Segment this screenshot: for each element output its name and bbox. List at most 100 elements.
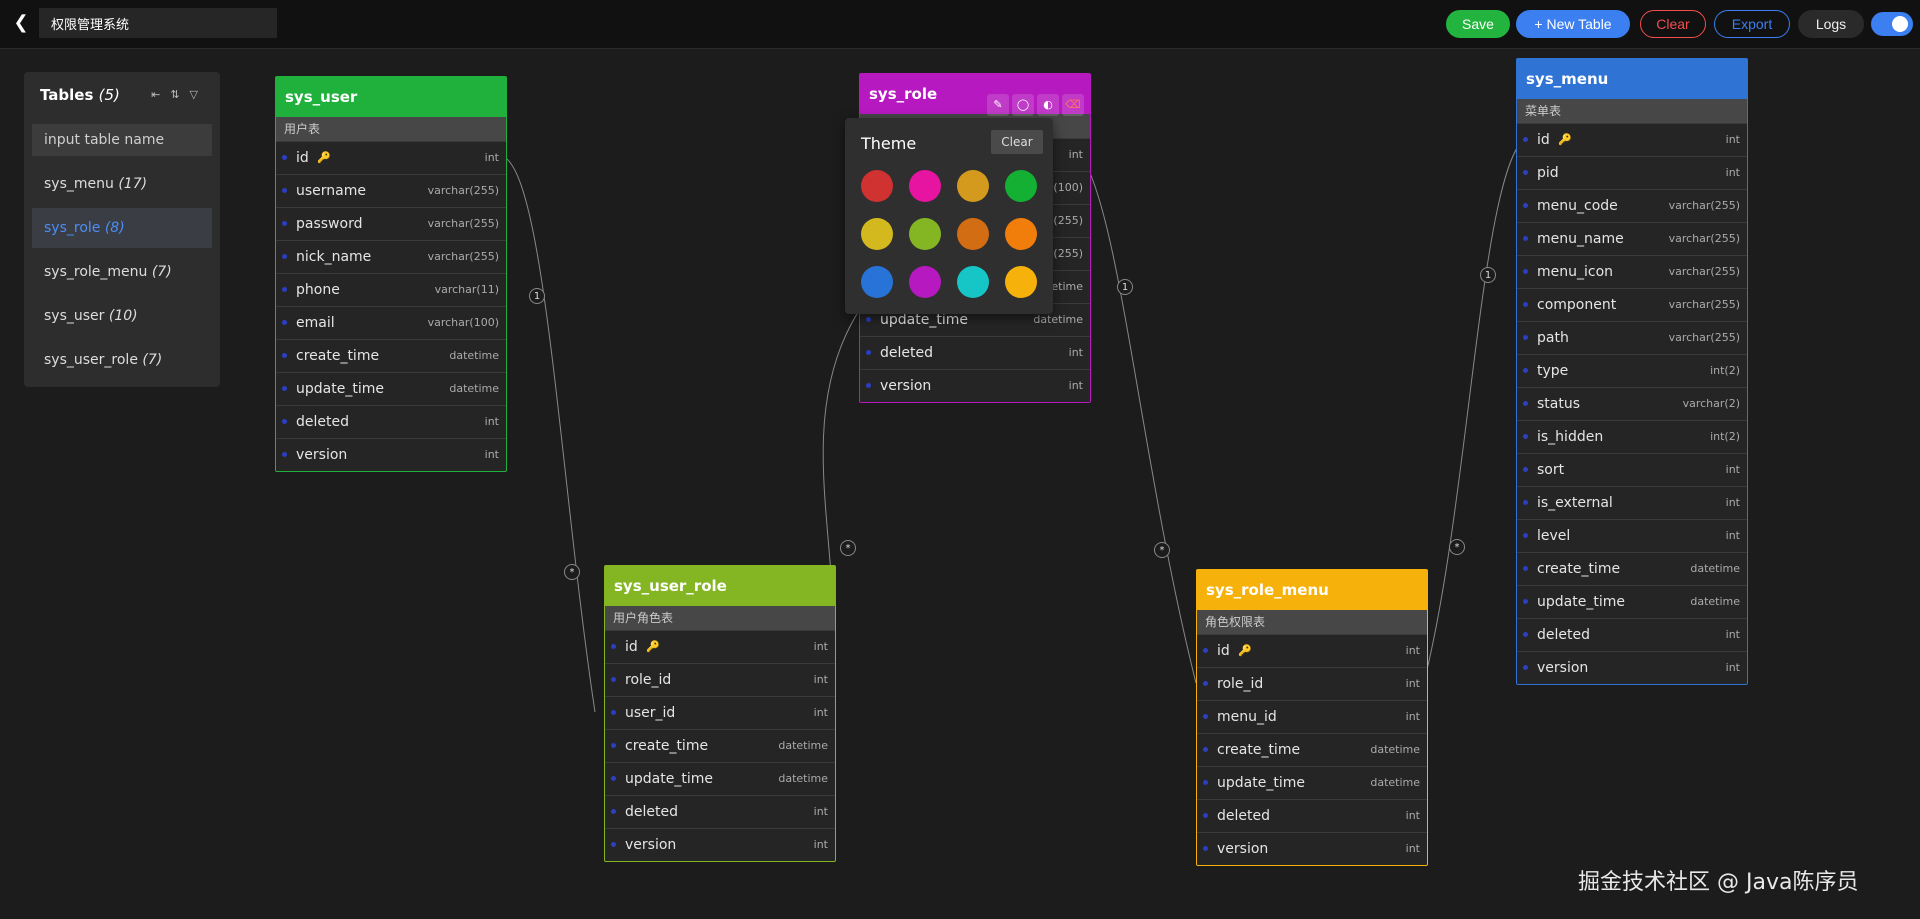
field-connector-icon[interactable] [1523, 665, 1528, 670]
entity-sys-user[interactable]: sys_user 用户表 id 🔑 int username varchar(255) p… [275, 76, 507, 472]
field-connector-icon[interactable] [282, 287, 287, 292]
field-connector-icon[interactable] [1523, 302, 1528, 307]
field-connector-icon[interactable] [1523, 500, 1528, 505]
field-row[interactable]: role_id int [1197, 667, 1427, 700]
field-row[interactable]: type int(2) [1517, 354, 1747, 387]
field-row[interactable]: menu_code varchar(255) [1517, 189, 1747, 222]
field-row[interactable]: deleted int [605, 795, 835, 828]
theme-color-swatch[interactable] [1005, 266, 1037, 298]
field-connector-icon[interactable] [611, 710, 616, 715]
field-connector-icon[interactable] [1203, 846, 1208, 851]
field-connector-icon[interactable] [1203, 813, 1208, 818]
field-connector-icon[interactable] [1523, 632, 1528, 637]
field-connector-icon[interactable] [282, 419, 287, 424]
field-row[interactable]: role_id int [605, 663, 835, 696]
field-row[interactable]: path varchar(255) [1517, 321, 1747, 354]
field-connector-icon[interactable] [1523, 335, 1528, 340]
field-row[interactable]: menu_icon varchar(255) [1517, 255, 1747, 288]
field-connector-icon[interactable] [866, 383, 871, 388]
field-row[interactable]: is_hidden int(2) [1517, 420, 1747, 453]
field-connector-icon[interactable] [866, 317, 871, 322]
entity-header[interactable]: sys_user_role [605, 566, 835, 606]
field-connector-icon[interactable] [1523, 269, 1528, 274]
field-row[interactable]: is_external int [1517, 486, 1747, 519]
field-row[interactable]: id 🔑 int [276, 141, 506, 174]
comment-icon[interactable]: ◯ [1012, 94, 1034, 116]
field-connector-icon[interactable] [1523, 434, 1528, 439]
entity-sys-role-menu[interactable]: sys_role_menu 角色权限表 id 🔑 int role_id int menu… [1196, 569, 1428, 866]
field-row[interactable]: id 🔑 int [1517, 123, 1747, 156]
field-row[interactable]: username varchar(255) [276, 174, 506, 207]
field-connector-icon[interactable] [866, 350, 871, 355]
field-row[interactable]: menu_id int [1197, 700, 1427, 733]
field-row[interactable]: level int [1517, 519, 1747, 552]
field-connector-icon[interactable] [611, 809, 616, 814]
field-connector-icon[interactable] [1523, 401, 1528, 406]
field-connector-icon[interactable] [1523, 533, 1528, 538]
field-connector-icon[interactable] [1523, 137, 1528, 142]
field-connector-icon[interactable] [1523, 368, 1528, 373]
field-row[interactable]: status varchar(2) [1517, 387, 1747, 420]
field-connector-icon[interactable] [282, 221, 287, 226]
field-row[interactable]: password varchar(255) [276, 207, 506, 240]
field-connector-icon[interactable] [1523, 467, 1528, 472]
field-row[interactable]: deleted int [1517, 618, 1747, 651]
field-row[interactable]: version int [605, 828, 835, 861]
field-row[interactable]: create_time datetime [605, 729, 835, 762]
theme-color-swatch[interactable] [909, 218, 941, 250]
field-connector-icon[interactable] [282, 353, 287, 358]
field-connector-icon[interactable] [282, 254, 287, 259]
entity-sys-user-role[interactable]: sys_user_role 用户角色表 id 🔑 int role_id int user… [604, 565, 836, 862]
field-connector-icon[interactable] [1523, 236, 1528, 241]
theme-color-swatch[interactable] [957, 266, 989, 298]
field-row[interactable]: pid int [1517, 156, 1747, 189]
field-connector-icon[interactable] [1523, 203, 1528, 208]
theme-clear-button[interactable]: Clear [991, 130, 1043, 154]
field-connector-icon[interactable] [611, 842, 616, 847]
field-connector-icon[interactable] [611, 776, 616, 781]
field-row[interactable]: version int [1517, 651, 1747, 684]
field-row[interactable]: id 🔑 int [605, 630, 835, 663]
theme-color-swatch[interactable] [1005, 170, 1037, 202]
field-row[interactable]: update_time datetime [276, 372, 506, 405]
field-row[interactable]: update_time datetime [1197, 766, 1427, 799]
field-row[interactable]: component varchar(255) [1517, 288, 1747, 321]
field-connector-icon[interactable] [1203, 681, 1208, 686]
field-connector-icon[interactable] [611, 644, 616, 649]
field-row[interactable]: phone varchar(11) [276, 273, 506, 306]
field-connector-icon[interactable] [1203, 648, 1208, 653]
field-row[interactable]: version int [1197, 832, 1427, 865]
field-row[interactable]: menu_name varchar(255) [1517, 222, 1747, 255]
field-row[interactable]: update_time datetime [1517, 585, 1747, 618]
theme-color-swatch[interactable] [957, 170, 989, 202]
theme-color-swatch[interactable] [957, 218, 989, 250]
field-row[interactable]: sort int [1517, 453, 1747, 486]
field-row[interactable]: deleted int [276, 405, 506, 438]
field-row[interactable]: id 🔑 int [1197, 634, 1427, 667]
field-connector-icon[interactable] [611, 677, 616, 682]
field-row[interactable]: deleted int [860, 336, 1090, 369]
theme-color-swatch[interactable] [861, 170, 893, 202]
edit-icon[interactable]: ✎ [987, 94, 1009, 116]
field-connector-icon[interactable] [282, 386, 287, 391]
field-connector-icon[interactable] [1203, 714, 1208, 719]
field-connector-icon[interactable] [282, 155, 287, 160]
field-row[interactable]: email varchar(100) [276, 306, 506, 339]
field-connector-icon[interactable] [611, 743, 616, 748]
field-connector-icon[interactable] [1203, 780, 1208, 785]
theme-color-swatch[interactable] [861, 218, 893, 250]
field-connector-icon[interactable] [1523, 566, 1528, 571]
field-connector-icon[interactable] [1523, 599, 1528, 604]
field-row[interactable]: update_time datetime [605, 762, 835, 795]
palette-icon[interactable]: ◐ [1037, 94, 1059, 116]
field-row[interactable]: create_time datetime [276, 339, 506, 372]
delete-icon[interactable]: ⌫ [1062, 94, 1084, 116]
theme-color-swatch[interactable] [909, 170, 941, 202]
theme-color-swatch[interactable] [1005, 218, 1037, 250]
theme-color-swatch[interactable] [909, 266, 941, 298]
field-connector-icon[interactable] [282, 188, 287, 193]
field-row[interactable]: version int [860, 369, 1090, 402]
field-row[interactable]: user_id int [605, 696, 835, 729]
field-connector-icon[interactable] [1523, 170, 1528, 175]
field-row[interactable]: deleted int [1197, 799, 1427, 832]
